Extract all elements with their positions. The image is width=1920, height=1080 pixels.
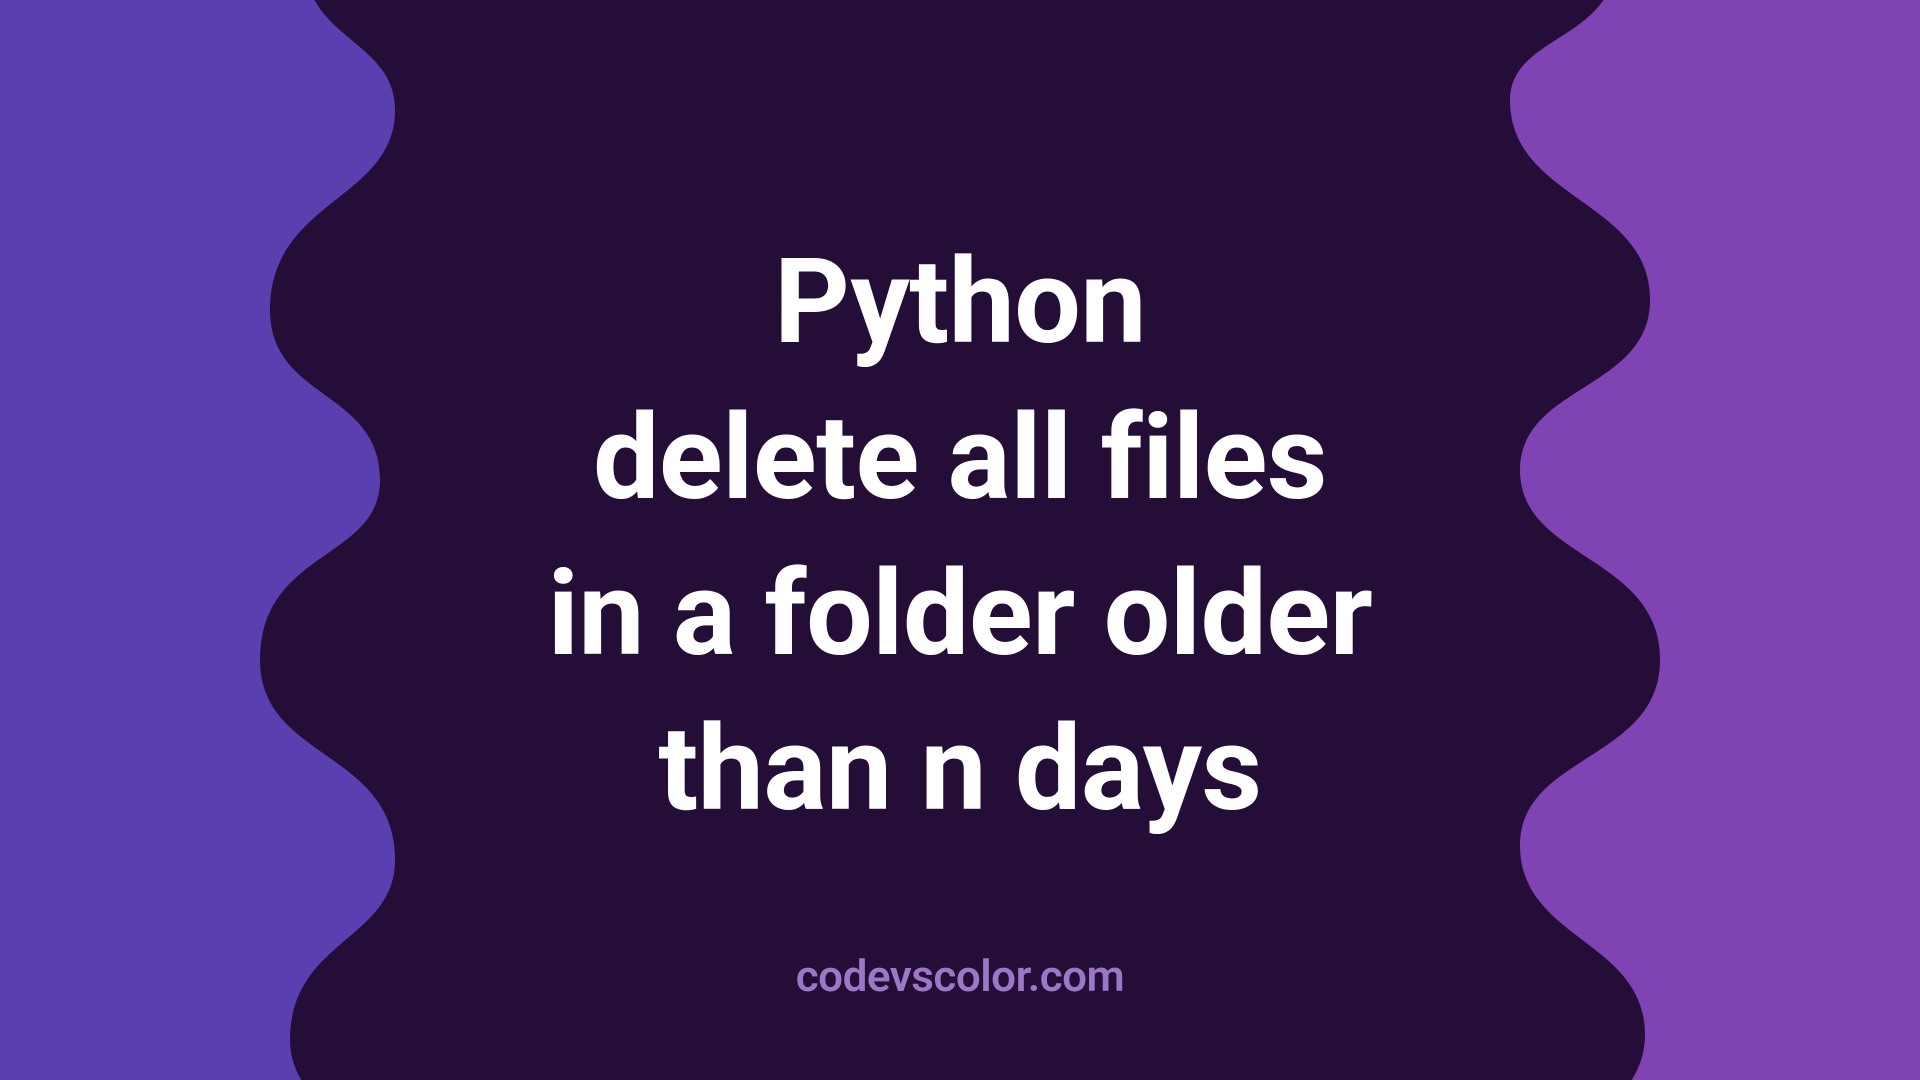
title-line: delete all files: [0, 381, 1920, 537]
title-line: than n days: [0, 692, 1920, 848]
site-credit: codevscolor.com: [0, 950, 1920, 1002]
title-line: Python: [0, 225, 1920, 381]
banner: Python delete all files in a folder olde…: [0, 0, 1920, 1080]
page-title: Python delete all files in a folder olde…: [0, 225, 1920, 848]
title-line: in a folder older: [0, 537, 1920, 693]
